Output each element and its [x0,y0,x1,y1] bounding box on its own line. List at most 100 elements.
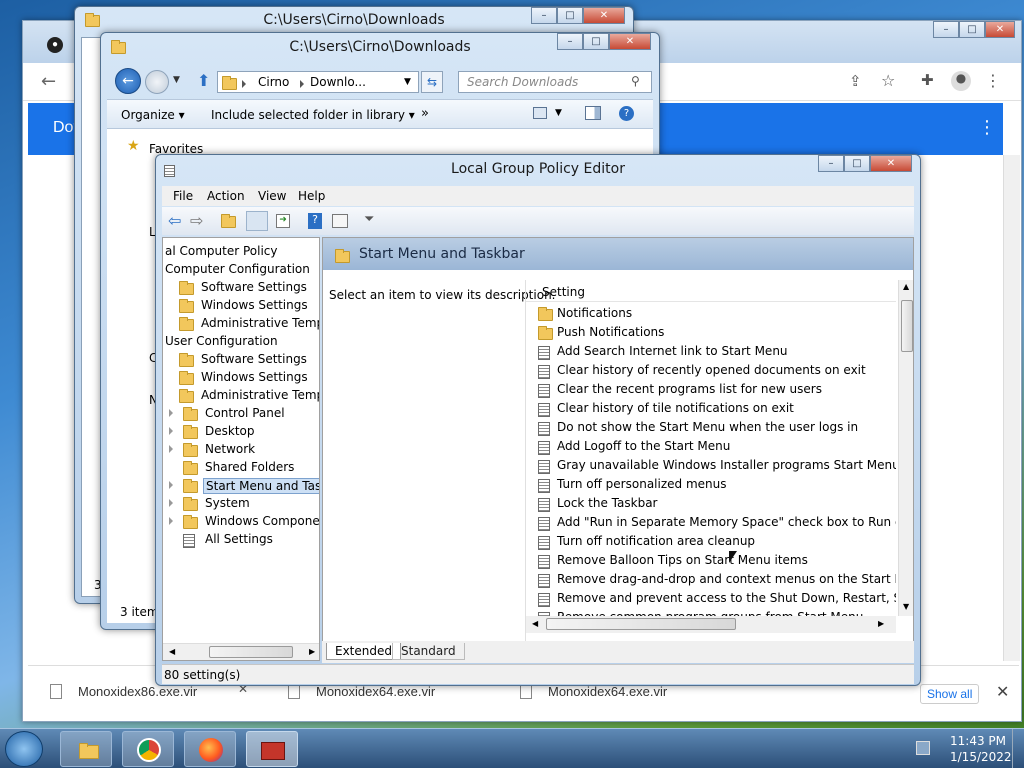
back-arrow-icon[interactable]: ⇦ [168,211,181,230]
scroll-left-icon[interactable]: ◀ [532,619,538,628]
column-header-setting[interactable]: Setting [526,280,896,302]
chrome-taskbar-button[interactable] [122,731,174,767]
address-bar[interactable]: Cirno Downlo... ▼ [217,71,419,93]
tree-item[interactable]: System [163,494,319,512]
setting-row[interactable]: Add Logoff to the Start Menu [538,437,896,456]
back-button[interactable]: ← [115,68,141,94]
show-all-button[interactable]: Show all [920,684,980,704]
clock-date[interactable]: 1/15/2022 [950,750,1012,764]
tree-item[interactable]: All Settings [163,530,319,548]
tree-item[interactable]: Windows Settings [163,296,319,314]
menu-action[interactable]: Action [207,189,245,203]
minimize-button[interactable]: – [531,7,557,24]
up-folder-icon[interactable] [221,213,236,228]
scroll-thumb[interactable] [546,618,736,630]
firefox-taskbar-button[interactable] [184,731,236,767]
help-icon[interactable]: ? [308,213,322,229]
setting-row[interactable]: Do not show the Start Menu when the user… [538,418,896,437]
minimize-button[interactable]: – [557,33,583,50]
page-menu-icon[interactable]: ⋮ [978,117,996,138]
tree-item[interactable]: Windows Component [163,512,319,530]
setting-row[interactable]: Turn off personalized menus [538,475,896,494]
search-input[interactable]: Search Downloads ⚲ [458,71,652,93]
tree-item[interactable]: Software Settings [163,350,319,368]
setting-row[interactable]: Push Notifications [538,323,896,342]
chrome-minimize-button[interactable]: – [933,21,959,38]
tree-item[interactable]: User Configuration [163,332,319,350]
expand-arrow-icon[interactable] [169,499,173,507]
tree-item[interactable]: Shared Folders [163,458,319,476]
scroll-down-icon[interactable]: ▼ [903,602,909,611]
preview-pane-icon[interactable] [585,106,601,120]
expand-arrow-icon[interactable] [169,445,173,453]
share-icon[interactable]: ⇪ [849,72,862,90]
setting-row[interactable]: Clear history of recently opened documen… [538,361,896,380]
forward-arrow-icon[interactable]: ⇨ [190,211,203,230]
start-button[interactable] [5,731,43,767]
maximize-button[interactable]: □ [557,7,583,24]
profile-icon[interactable]: ● [951,71,971,91]
github-icon[interactable]: ● [47,37,63,53]
breadcrumb-arrow-icon[interactable] [300,76,304,90]
filter-icon[interactable]: ⏷ [364,212,374,227]
close-button[interactable]: ✕ [583,7,625,24]
tree-item[interactable]: Administrative Templates [163,386,319,404]
extensions-icon[interactable]: ✚ [921,71,934,89]
expand-arrow-icon[interactable] [169,409,173,417]
menu-help[interactable]: Help [298,189,325,203]
include-library-button[interactable]: Include selected folder in library ▾ [211,108,415,122]
menu-view[interactable]: View [258,189,286,203]
setting-row[interactable]: Add "Run in Separate Memory Space" check… [538,513,896,532]
minimize-button[interactable]: – [818,155,844,172]
forward-button[interactable] [145,70,169,94]
chrome-close-button[interactable]: ✕ [985,21,1015,38]
breadcrumb-downloads[interactable]: Downlo... [310,75,366,89]
setting-row[interactable]: Notifications [538,304,896,323]
setting-row[interactable]: Clear history of tile notifications on e… [538,399,896,418]
menu-icon[interactable]: ⋮ [985,71,1001,90]
setting-row[interactable]: Gray unavailable Windows Installer progr… [538,456,896,475]
gpe-taskbar-button[interactable] [246,731,298,767]
scroll-thumb[interactable] [901,300,913,352]
settings-vscrollbar[interactable]: ▲ ▼ [898,280,913,616]
close-button[interactable]: ✕ [870,155,912,172]
up-arrow-icon[interactable]: ⬆ [197,71,210,90]
maximize-button[interactable]: □ [583,33,609,50]
expand-arrow-icon[interactable] [169,517,173,525]
expand-arrow-icon[interactable] [169,481,173,489]
setting-row[interactable]: Remove Balloon Tips on Start Menu items [538,551,896,570]
show-hide-tree-icon[interactable] [246,211,268,231]
download-item[interactable]: Monoxidex86.exe.vir ✕ [48,682,268,704]
address-dropdown-icon[interactable]: ▼ [404,77,411,87]
setting-row[interactable]: Clear the recent programs list for new u… [538,380,896,399]
clock-time[interactable]: 11:43 PM [950,734,1006,748]
close-button[interactable]: ✕ [609,33,651,50]
maximize-button[interactable]: □ [844,155,870,172]
export-list-icon[interactable]: ➜ [276,214,290,228]
tree-item[interactable]: Control Panel [163,404,319,422]
history-dropdown-icon[interactable]: ▼ [173,75,180,85]
tree-item[interactable]: Network [163,440,319,458]
chrome-maximize-button[interactable]: □ [959,21,985,38]
scroll-up-icon[interactable]: ▲ [903,282,909,291]
breadcrumb-arrow-icon[interactable] [242,76,246,90]
refresh-button[interactable]: ⇆ [421,71,443,93]
network-tray-icon[interactable] [916,741,930,755]
tab-standard[interactable]: Standard [392,643,465,660]
tree-item[interactable]: Computer Configuration [163,260,319,278]
view-dropdown-icon[interactable]: ▼ [555,108,562,118]
tree-item[interactable]: Desktop [163,422,319,440]
settings-hscrollbar[interactable]: ◀ ▶ [526,616,896,633]
tree-item[interactable]: Administrative Templates [163,314,319,332]
setting-row[interactable]: Turn off notification area cleanup [538,532,896,551]
more-button[interactable]: » [421,106,429,121]
tree-item[interactable]: al Computer Policy [163,242,319,260]
view-options-icon[interactable] [533,107,547,119]
close-downloads-icon[interactable]: ✕ [996,682,1009,701]
tree-hscrollbar[interactable]: ◀ ▶ [163,643,319,660]
tab-extended[interactable]: Extended [326,643,401,660]
menu-file[interactable]: File [173,189,193,203]
tree-item[interactable]: Windows Settings [163,368,319,386]
chrome-scrollbar[interactable] [1003,155,1020,661]
tree-item[interactable]: Software Settings [163,278,319,296]
